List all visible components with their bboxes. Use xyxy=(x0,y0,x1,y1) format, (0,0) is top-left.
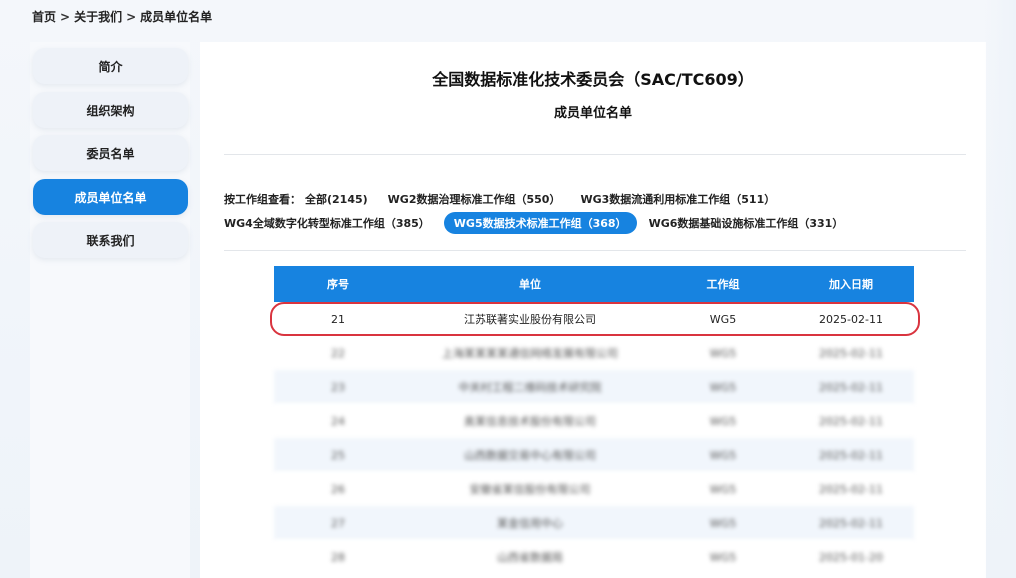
cell-index: 28 xyxy=(331,550,345,564)
sidebar: 简介 组织架构 委员名单 成员单位名单 联系我们 xyxy=(30,42,190,578)
filter-chip-all[interactable]: 全部(2145) xyxy=(305,188,378,210)
table-row: 23 中关村工程二维码技术研究院 WG5 2025-02-11 xyxy=(274,370,914,404)
cell-join-date: 2025-02-11 xyxy=(819,312,883,326)
filter-row: WG4全域数字化转型标准工作组（385） WG5数据技术标准工作组（368） W… xyxy=(224,212,853,234)
cell-index: 27 xyxy=(331,516,345,530)
cell-unit: 山西省数据局 xyxy=(497,551,563,564)
table-row: 24 奥某信息技术股份有限公司 WG5 2025-02-11 xyxy=(274,404,914,438)
breadcrumb-current: 成员单位名单 xyxy=(140,10,213,24)
cell-workgroup: WG5 xyxy=(709,346,737,360)
cell-index: 21 xyxy=(331,312,345,326)
main-content: 全国数据标准化技术委员会（SAC/TC609） 成员单位名单 按工作组查看： 全… xyxy=(200,42,986,578)
cell-join-date: 2025-02-11 xyxy=(819,346,883,360)
sidebar-item-organization[interactable]: 组织架构 xyxy=(33,92,188,128)
cell-workgroup: WG5 xyxy=(709,482,737,496)
cell-join-date: 2025-02-11 xyxy=(819,414,883,428)
header-index: 序号 xyxy=(327,278,349,291)
cell-workgroup: WG5 xyxy=(709,312,737,326)
cell-unit: 上海某某某某通信网络发展有限公司 xyxy=(442,347,618,360)
breadcrumb-about-link[interactable]: 关于我们 xyxy=(74,8,122,25)
cell-index: 22 xyxy=(331,346,345,360)
cell-workgroup: WG5 xyxy=(709,380,737,394)
sidebar-item-intro[interactable]: 简介 xyxy=(33,48,188,84)
cell-workgroup: WG5 xyxy=(709,550,737,564)
breadcrumb-separator: > xyxy=(126,9,137,24)
filter-chip-wg4[interactable]: WG4全域数字化转型标准工作组（385） xyxy=(224,212,440,234)
cell-join-date: 2025-02-11 xyxy=(819,380,883,394)
table-row: 27 某金信用中心 WG5 2025-02-11 xyxy=(274,506,914,540)
table-row: 21 江苏联著实业股份有限公司 WG5 2025-02-11 xyxy=(274,302,914,336)
cell-workgroup: WG5 xyxy=(709,516,737,530)
divider xyxy=(224,250,966,251)
cell-unit: 江苏联著实业股份有限公司 xyxy=(464,313,596,326)
table-row: 25 山西数据交易中心有限公司 WG5 2025-02-11 xyxy=(274,438,914,472)
cell-join-date: 2025-02-11 xyxy=(819,516,883,530)
cell-index: 23 xyxy=(331,380,345,394)
cell-workgroup: WG5 xyxy=(709,448,737,462)
sidebar-item-committee-members[interactable]: 委员名单 xyxy=(33,135,188,171)
header-unit: 单位 xyxy=(519,278,541,291)
filter-row: 按工作组查看： 全部(2145) WG2数据治理标准工作组（550） WG3数据… xyxy=(224,188,785,210)
filter-chip-wg6[interactable]: WG6数据基础设施标准工作组（331） xyxy=(639,212,854,234)
header-join-date: 加入日期 xyxy=(829,278,873,291)
cell-index: 25 xyxy=(331,448,345,462)
cell-join-date: 2025-01-20 xyxy=(819,550,883,564)
breadcrumb-home-link[interactable]: 首页 xyxy=(32,8,56,25)
breadcrumb: 首页 > 关于我们 > 成员单位名单 xyxy=(32,8,212,25)
edge-fade xyxy=(984,0,1016,578)
cell-unit: 某金信用中心 xyxy=(497,517,563,530)
cell-unit: 奥某信息技术股份有限公司 xyxy=(464,415,596,428)
table-row: 22 上海某某某某通信网络发展有限公司 WG5 2025-02-11 xyxy=(274,336,914,370)
sidebar-item-contact[interactable]: 联系我们 xyxy=(33,222,188,258)
filter-chip-wg3[interactable]: WG3数据流通利用标准工作组（511） xyxy=(570,188,785,210)
cell-workgroup: WG5 xyxy=(709,414,737,428)
table-row: 26 安徽省某信股份有限公司 WG5 2025-02-11 xyxy=(274,472,914,506)
filter-chip-wg2[interactable]: WG2数据治理标准工作组（550） xyxy=(378,188,571,210)
divider xyxy=(224,154,966,155)
cell-join-date: 2025-02-11 xyxy=(819,482,883,496)
filter-label: 按工作组查看： xyxy=(224,193,301,206)
cell-index: 26 xyxy=(331,482,345,496)
table-header: 序号 单位 工作组 加入日期 xyxy=(274,266,914,302)
member-table: 序号 单位 工作组 加入日期 21 江苏联著实业股份有限公司 WG5 2025-… xyxy=(274,266,914,574)
cell-unit: 安徽省某信股份有限公司 xyxy=(469,483,591,496)
cell-index: 24 xyxy=(331,414,345,428)
sidebar-item-member-units[interactable]: 成员单位名单 xyxy=(33,179,188,215)
breadcrumb-separator: > xyxy=(60,9,71,24)
cell-unit: 山西数据交易中心有限公司 xyxy=(464,449,596,462)
cell-join-date: 2025-02-11 xyxy=(819,448,883,462)
page-subtitle: 成员单位名单 xyxy=(553,106,632,121)
filter-chip-wg5[interactable]: WG5数据技术标准工作组（368） xyxy=(443,212,637,234)
cell-unit: 中关村工程二维码技术研究院 xyxy=(458,381,602,394)
header-workgroup: 工作组 xyxy=(706,278,740,291)
table-row: 28 山西省数据局 WG5 2025-01-20 xyxy=(274,540,914,574)
page-title: 全国数据标准化技术委员会（SAC/TC609） xyxy=(432,70,754,89)
